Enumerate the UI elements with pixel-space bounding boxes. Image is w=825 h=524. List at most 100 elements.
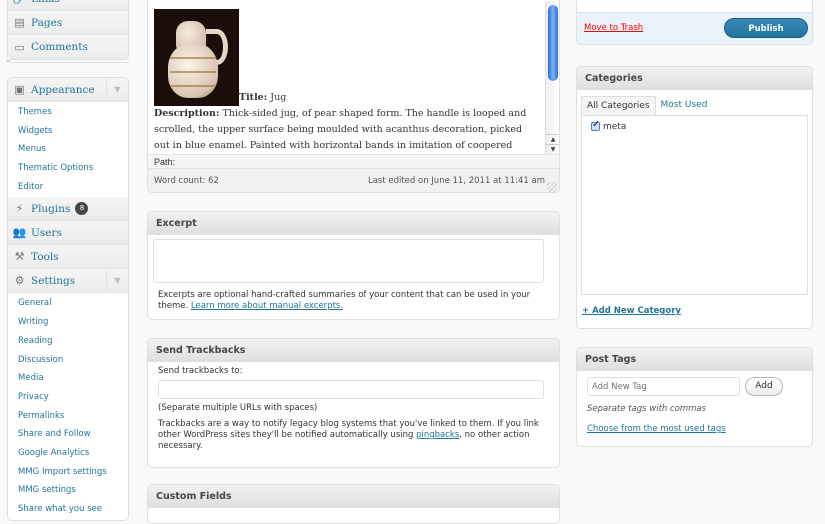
sidebar-item-label: Comments — [31, 41, 88, 53]
submenu-item-mmg-import-settings[interactable]: MMG Import settings — [8, 463, 128, 482]
collapse-menu[interactable]: « — [6, 57, 129, 65]
submenu-item-writing[interactable]: Writing — [8, 313, 128, 332]
tools-icon: ⚒ — [14, 250, 25, 264]
word-count: Word count: 62 — [154, 176, 219, 186]
submenu-item-thematic-options[interactable]: Thematic Options — [8, 159, 128, 178]
category-item[interactable]: meta — [591, 119, 627, 132]
post-tags-heading[interactable]: Post Tags — [577, 348, 812, 371]
sidebar-item-tools[interactable]: ⚒ Tools — [8, 245, 128, 270]
links-icon: 🔗 — [13, 0, 27, 5]
submenu-item-widgets[interactable]: Widgets — [8, 122, 128, 141]
trackbacks-input[interactable] — [158, 380, 544, 399]
scroll-up-arrow-icon[interactable]: ▲ — [546, 134, 559, 144]
publish-box: Move to Trash Publish — [576, 0, 813, 45]
category-checkbox[interactable] — [591, 119, 600, 131]
trackbacks-description: Trackbacks are a way to notify legacy bl… — [158, 419, 549, 452]
excerpt-help: Excerpts are optional hand-crafted summa… — [153, 290, 554, 312]
new-tag-input[interactable] — [587, 377, 740, 396]
publish-actions: Move to Trash Publish — [577, 12, 812, 44]
submenu-item-editor[interactable]: Editor — [8, 178, 128, 197]
comments-icon: ▭ — [14, 40, 25, 54]
settings-icon: ⚙ — [14, 274, 25, 288]
tab-most-used[interactable]: Most Used — [656, 96, 713, 115]
sidebar-item-label: Plugins — [31, 202, 71, 215]
sidebar-item-label: Tools — [31, 250, 59, 263]
post-tags-box: Post Tags Add Separate tags with commas … — [576, 347, 813, 447]
sidebar-item-label: Appearance — [31, 83, 95, 96]
editor-path: Path: — [148, 154, 559, 168]
excerpt-heading[interactable]: Excerpt — [148, 212, 559, 235]
title-value: Jug — [270, 92, 287, 103]
custom-fields-box: Custom Fields — [147, 484, 560, 524]
submenu-item-share-what-you-see[interactable]: Share what you see — [8, 500, 128, 519]
submenu-item-general[interactable]: General — [8, 294, 128, 313]
post-editor: Title: Jug Description: Thick-sided jug,… — [147, 0, 560, 193]
tags-hint: Separate tags with commas — [587, 404, 707, 414]
last-edited: Last edited on June 11, 2011 at 11:41 am — [367, 176, 545, 186]
editor-scrollbar[interactable]: ▲ ▼ — [545, 1, 559, 154]
appearance-submenu: Themes Widgets Menus Thematic Options Ed… — [8, 102, 128, 198]
pingbacks-link[interactable]: pingbacks — [416, 430, 459, 440]
trackbacks-box: Send Trackbacks Send trackbacks to: (Sep… — [147, 338, 560, 468]
sidebar-item-label: Pages — [31, 16, 63, 29]
excerpt-textarea[interactable] — [153, 239, 544, 283]
trackbacks-heading[interactable]: Send Trackbacks — [148, 339, 559, 362]
category-tabs: All Categories Most Used — [581, 96, 808, 115]
submenu-item-google-analytics[interactable]: Google Analytics — [8, 444, 128, 463]
editor-content-area[interactable]: Title: Jug Description: Thick-sided jug,… — [148, 1, 545, 154]
categories-box: Categories All Categories Most Used meta… — [576, 66, 813, 329]
scroll-down-arrow-icon[interactable]: ▼ — [546, 144, 559, 154]
submenu-item-reading[interactable]: Reading — [8, 332, 128, 351]
plugins-icon: ⚡ — [15, 202, 24, 216]
sidebar-item-pages[interactable]: ▤ Pages — [8, 11, 128, 35]
move-to-trash-link[interactable]: Move to Trash — [584, 23, 643, 33]
choose-tags-link[interactable]: Choose from the most used tags — [587, 424, 802, 434]
trackbacks-label: Send trackbacks to: — [158, 366, 243, 376]
sidebar-item-label: Links — [31, 0, 60, 5]
admin-sidebar: 🔗 Links ▤ Pages ▭ Comments « ▣ Appearanc… — [0, 0, 130, 521]
editor-status-bar: Word count: 62 Last edited on June 11, 2… — [148, 168, 559, 192]
submenu-item-mmg-settings[interactable]: MMG settings — [8, 481, 128, 500]
settings-submenu: General Writing Reading Discussion Media… — [8, 293, 128, 520]
collapse-arrow-icon[interactable]: « — [6, 57, 11, 65]
jug-image[interactable] — [154, 9, 239, 106]
add-tag-button[interactable]: Add — [745, 377, 783, 396]
sidebar-item-users[interactable]: 👥 Users — [8, 221, 128, 246]
update-count-badge: 8 — [75, 202, 89, 216]
sidebar-item-label: Users — [31, 226, 62, 239]
description-label: Description: — [154, 108, 220, 119]
submenu-item-privacy[interactable]: Privacy — [8, 388, 128, 407]
excerpt-box: Excerpt Excerpts are optional hand-craft… — [147, 211, 560, 320]
category-label: meta — [603, 122, 627, 132]
submenu-item-menus[interactable]: Menus — [8, 140, 128, 159]
chevron-down-icon[interactable]: ▼ — [106, 269, 128, 293]
resize-grip-icon[interactable] — [547, 182, 557, 192]
submenu-item-share-and-follow[interactable]: Share and Follow — [8, 425, 128, 444]
appearance-icon: ▣ — [14, 83, 25, 96]
categories-heading[interactable]: Categories — [577, 67, 812, 90]
submenu-item-discussion[interactable]: Discussion — [8, 351, 128, 370]
publish-button[interactable]: Publish — [724, 18, 808, 38]
menu-group-content: 🔗 Links ▤ Pages ▭ Comments — [7, 0, 129, 60]
scrollbar-thumb[interactable] — [548, 5, 558, 81]
sidebar-item-links[interactable]: 🔗 Links — [8, 0, 128, 11]
pages-icon: ▤ — [14, 16, 25, 29]
trackbacks-hint: (Separate multiple URLs with spaces) — [158, 403, 318, 413]
submenu-item-permalinks[interactable]: Permalinks — [8, 407, 128, 426]
chevron-down-icon[interactable]: ▼ — [106, 78, 128, 101]
sidebar-item-appearance[interactable]: ▣ Appearance ▼ — [8, 78, 128, 102]
excerpt-learn-more-link[interactable]: Learn more about manual excerpts. — [191, 301, 343, 311]
sidebar-item-settings[interactable]: ⚙ Settings ▼ — [8, 269, 128, 294]
sidebar-item-label: Settings — [31, 274, 76, 287]
title-label: Title: — [239, 92, 268, 103]
submenu-item-themes[interactable]: Themes — [8, 103, 128, 122]
sidebar-item-plugins[interactable]: ⚡ Plugins 8 — [8, 197, 128, 222]
submenu-item-media[interactable]: Media — [8, 369, 128, 388]
custom-fields-heading[interactable]: Custom Fields — [148, 485, 559, 508]
menu-group-appearance: ▣ Appearance ▼ Themes Widgets Menus Them… — [7, 77, 129, 521]
add-new-category-link[interactable]: + Add New Category — [582, 306, 812, 316]
sidebar-item-comments[interactable]: ▭ Comments — [8, 35, 128, 59]
category-list: meta — [581, 115, 808, 295]
users-icon: 👥 — [12, 226, 27, 240]
tab-all-categories[interactable]: All Categories — [581, 96, 656, 115]
